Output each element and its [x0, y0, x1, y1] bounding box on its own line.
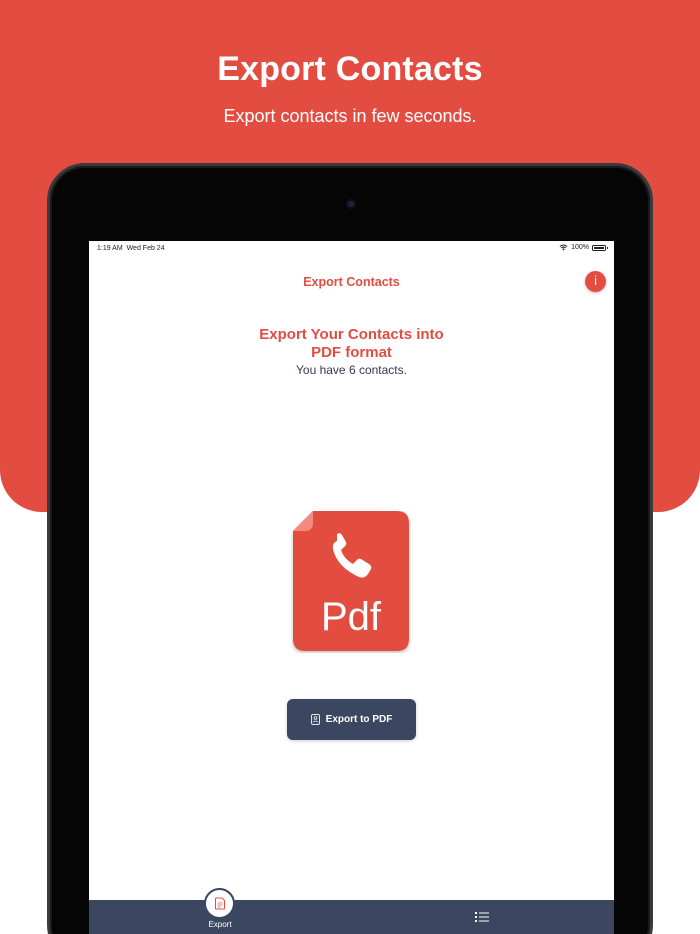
hero-subtitle: Export contacts in few seconds. [223, 106, 477, 126]
export-button-label: Export to PDF [325, 714, 393, 725]
pdf-document-icon: Pdf [293, 511, 409, 651]
info-button[interactable]: i [585, 271, 606, 292]
contact-book-icon [310, 714, 320, 725]
tab-export-label[interactable]: Export [199, 920, 241, 929]
tab-export[interactable] [204, 888, 235, 919]
app-screen: 1:19 AM Wed Feb 24 100% Export Contacts … [89, 241, 614, 934]
headline-line-1: Export Your Contacts into [259, 326, 444, 343]
tab-bar: Export [89, 888, 614, 934]
headline: Export Your Contacts into PDF format [89, 326, 614, 362]
status-date-text: Wed Feb 24 [126, 245, 165, 252]
status-time: 1:19 AM Wed Feb 24 [97, 245, 165, 252]
status-bar: 1:19 AM Wed Feb 24 100% [89, 241, 614, 257]
list-icon[interactable] [474, 910, 490, 924]
app-store-screenshot: Export Contacts Export contacts in few s… [0, 0, 700, 934]
camera-icon [346, 199, 356, 209]
battery-percent: 100% [571, 244, 589, 251]
nav-title: Export Contacts [303, 275, 400, 289]
pdf-logo-text: Pdf [321, 595, 382, 639]
export-document-icon [214, 897, 225, 910]
headline-line-2: PDF format [311, 344, 392, 361]
export-to-pdf-button[interactable]: Export to PDF [287, 699, 416, 740]
status-time-text: 1:19 AM [97, 245, 123, 252]
battery-icon [592, 244, 608, 251]
wifi-icon [559, 244, 568, 251]
hero-title: Export Contacts [217, 50, 483, 88]
contact-count-text: You have 6 contacts. [296, 363, 407, 377]
status-right: 100% [559, 244, 608, 251]
